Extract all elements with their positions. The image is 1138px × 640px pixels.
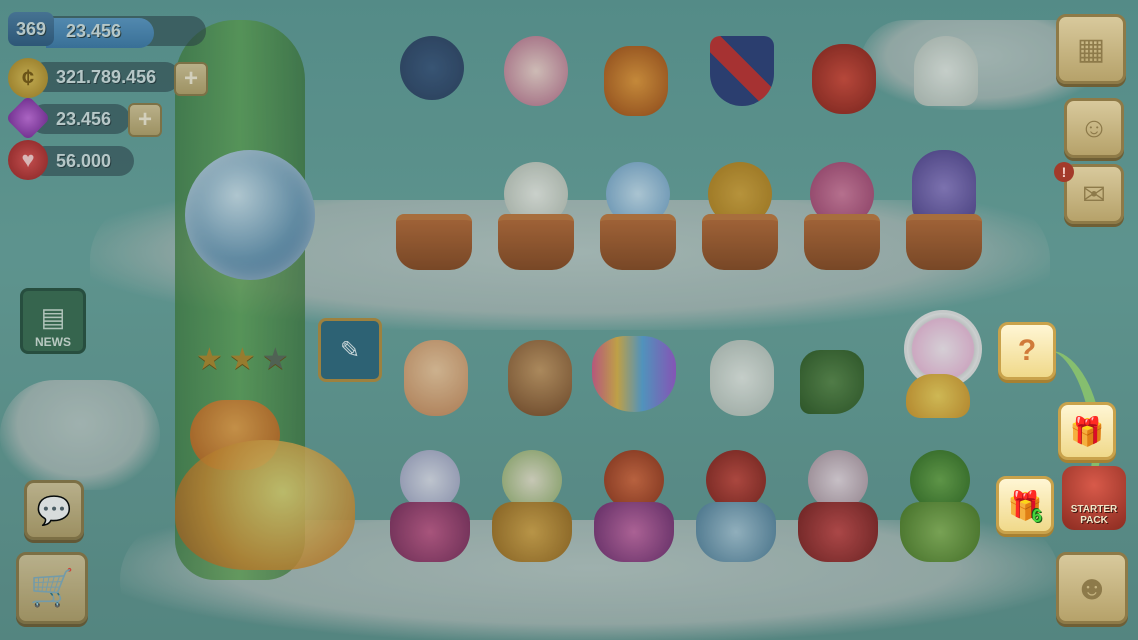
heart-value: 56.000 [56, 151, 112, 171]
fairy-pot-icon [390, 502, 470, 562]
cotton-face-icon [808, 450, 868, 510]
lotus-lamp-icon [504, 36, 568, 106]
fairy-pot-white-bloom[interactable] [490, 450, 574, 562]
crystal-orb[interactable] [185, 150, 315, 280]
chat-button[interactable]: 💬 [24, 480, 84, 540]
level-shield-icon[interactable]: 369 [8, 12, 54, 46]
reindeer-icon[interactable] [906, 374, 970, 418]
red-lantern-icon [812, 44, 876, 114]
fairy-pot-cotton[interactable] [796, 450, 880, 562]
shelf-item-ghost-2[interactable] [700, 340, 784, 450]
pot-sunflower[interactable] [698, 160, 782, 270]
collection-button[interactable]: ▦ [1056, 14, 1126, 84]
pot-icon [600, 214, 676, 270]
fairy-pot-icon [696, 502, 776, 562]
mail-alert-badge: ! [1054, 162, 1074, 182]
star-filled-icon: ★ [228, 343, 256, 376]
shopping-cart-icon: 🛒 [29, 567, 75, 608]
pot-pink-lotus[interactable] [800, 160, 884, 270]
rating-stars: ★ ★ ★ [196, 342, 289, 377]
shelf-item-lotus-lamp[interactable] [494, 36, 578, 146]
shelf-item-cherub[interactable] [394, 340, 478, 450]
ghost-icon [914, 36, 978, 106]
fairy-pot-icon [492, 502, 572, 562]
shelf-item-boot[interactable] [790, 350, 874, 460]
starter-pack-label: STARTER PACK [1070, 504, 1118, 526]
pot-icon [498, 214, 574, 270]
pot-white-flower[interactable] [494, 160, 578, 270]
profile-button[interactable]: ☺ [1064, 98, 1124, 158]
plus-icon: + [183, 65, 198, 92]
question-mark-icon: ? [1017, 334, 1037, 367]
cherub-icon [404, 340, 468, 416]
shelf-item-uk-flag[interactable] [700, 36, 784, 146]
heart-icon: ♥ [8, 140, 48, 180]
envelope-icon: ✉ [1082, 178, 1106, 210]
pot-icon [906, 214, 982, 270]
shelf-item-pumpkin[interactable] [594, 36, 678, 146]
friends-icon: ☻ [1074, 568, 1110, 607]
uk-flag-shield-icon [710, 36, 774, 106]
mail-alert-text: ! [1061, 164, 1067, 180]
pot-icon [702, 214, 778, 270]
watermelon-face-icon [910, 450, 970, 510]
fairy-pot-apple[interactable] [592, 450, 676, 562]
decoration-flag-icon[interactable]: ✎ [318, 318, 382, 382]
shelf-item-scarecrow[interactable] [498, 340, 582, 450]
ghost-icon [710, 340, 774, 416]
profile-icon: ☺ [1079, 112, 1109, 143]
dreamcatcher-icon [400, 36, 464, 100]
pot-empty[interactable] [392, 170, 476, 280]
shelf-item-dreamcatcher[interactable] [390, 36, 474, 146]
level-value: 369 [15, 18, 47, 39]
gift-box-button-2[interactable]: 🎁 [996, 476, 1054, 534]
chat-bubble-icon: 💬 [36, 494, 72, 526]
fairy-pot-icon [900, 502, 980, 562]
help-button[interactable]: ? [998, 322, 1056, 380]
fairy-pot-icon [798, 502, 878, 562]
xp-value: 23.456 [66, 21, 122, 41]
green-boot-icon [800, 350, 864, 414]
fairy-pot-daisy[interactable] [388, 450, 472, 562]
white-bloom-icon [502, 450, 562, 510]
gift-box-icon: 🎁 [1069, 415, 1105, 447]
gift-count-badge: 6 [1032, 506, 1043, 526]
daisy-face-icon [400, 450, 460, 510]
news-button[interactable]: ▤ NEWS [20, 288, 86, 354]
shelf-item-red-lantern[interactable] [802, 36, 886, 146]
gift-box-button[interactable]: 🎁 [1058, 402, 1116, 460]
pumpkin-lantern-icon [604, 46, 668, 116]
add-coins-button[interactable]: + [174, 62, 208, 96]
coin-icon: ¢ [8, 58, 48, 98]
newspaper-icon: ▤ [40, 302, 66, 332]
strawberry-face-icon [706, 450, 766, 510]
shelf-item-ghost[interactable] [904, 36, 988, 146]
pot-hyacinth[interactable] [902, 150, 986, 270]
snail-shell[interactable] [175, 440, 355, 570]
empty-pot-icon [396, 214, 472, 270]
star-filled-icon: ★ [196, 343, 223, 376]
fairy-pot-strawberry[interactable] [694, 450, 778, 562]
pot-snowflake-flower[interactable] [596, 160, 680, 270]
grid-collection-icon: ▦ [1076, 32, 1106, 66]
friends-button[interactable]: ☻ [1056, 552, 1128, 624]
butterfly-icon [592, 336, 676, 412]
plus-icon: + [137, 106, 152, 133]
fairy-pot-watermelon[interactable] [898, 450, 982, 562]
news-label: NEWS [35, 335, 71, 349]
apple-face-icon [604, 450, 664, 510]
add-gems-button[interactable]: + [128, 103, 162, 137]
scarecrow-icon [508, 340, 572, 416]
pot-icon [804, 214, 880, 270]
shop-button[interactable]: 🛒 [16, 552, 88, 624]
fairy-pot-icon [594, 502, 674, 562]
starter-pack-button[interactable]: STARTER PACK [1062, 466, 1126, 530]
coin-value: 321.789.456 [56, 67, 157, 87]
gem-value: 23.456 [56, 109, 112, 129]
star-empty-icon: ★ [261, 343, 289, 376]
shelf-item-butterfly[interactable] [592, 336, 676, 446]
